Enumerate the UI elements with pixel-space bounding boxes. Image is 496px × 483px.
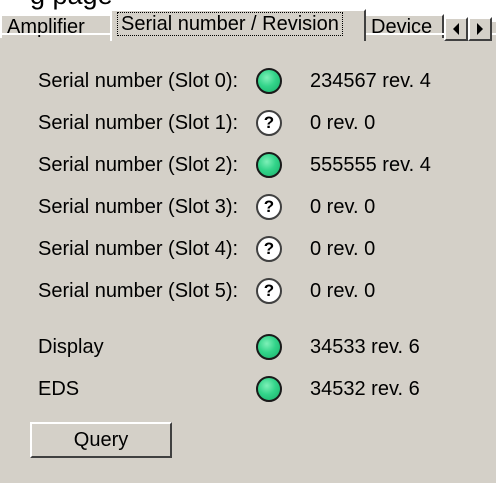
green-led-icon — [256, 152, 282, 178]
row-value: 34532 rev. 6 — [310, 378, 420, 400]
question-mark-icon: ? — [256, 110, 282, 136]
tab-serial-number-revision[interactable]: Serial number / Revision — [110, 9, 366, 41]
row-label: Display — [38, 336, 104, 358]
row-label: EDS — [38, 378, 80, 400]
question-mark-icon: ? — [256, 194, 282, 220]
tab-label: Serial number / Revision — [117, 12, 343, 36]
query-button[interactable]: Query — [30, 422, 172, 458]
tab-bar: Amplifier Serial number / Revision Devic… — [0, 7, 496, 41]
row-value: 34533 rev. 6 — [310, 336, 420, 358]
green-led-icon — [256, 68, 282, 94]
row-label: Serial number (Slot 5): — [38, 280, 239, 302]
tab-scroll-left-button[interactable] — [444, 17, 468, 41]
row-value: 0 rev. 0 — [310, 196, 376, 218]
row-label: Serial number (Slot 0): — [38, 70, 239, 92]
row-label: Serial number (Slot 2): — [38, 154, 239, 176]
row-value: 0 rev. 0 — [310, 112, 376, 134]
arrow-right-icon — [477, 23, 483, 35]
tab-scroll-right-button[interactable] — [468, 17, 492, 41]
row-value: 0 rev. 0 — [310, 238, 376, 260]
row-value: 555555 rev. 4 — [310, 154, 431, 176]
row-label: Serial number (Slot 1): — [38, 112, 239, 134]
row-label: Serial number (Slot 4): — [38, 238, 239, 260]
green-led-icon — [256, 376, 282, 402]
row-label: Serial number (Slot 3): — [38, 196, 239, 218]
row-value: 234567 rev. 4 — [310, 70, 431, 92]
arrow-left-icon — [453, 23, 459, 35]
row-value: 0 rev. 0 — [310, 280, 376, 302]
question-mark-icon: ? — [256, 236, 282, 262]
question-mark-icon: ? — [256, 278, 282, 304]
green-led-icon — [256, 334, 282, 360]
